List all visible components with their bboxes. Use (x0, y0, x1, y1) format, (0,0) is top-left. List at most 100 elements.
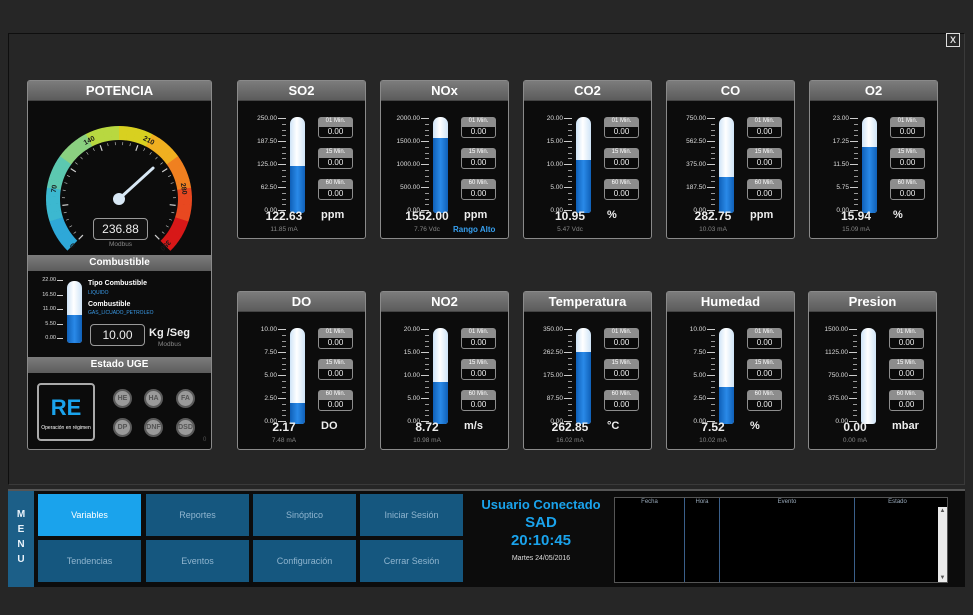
nav-reportes-button[interactable]: Reportes (146, 494, 249, 536)
gauge-arc-segment (173, 171, 190, 184)
avg-label: 60 Min. (604, 390, 639, 399)
combustible-bar (67, 281, 82, 343)
sensor-avg-2: 60 Min. 0.00 (318, 390, 353, 411)
estado-btn-fa[interactable]: FA (176, 389, 195, 408)
estado-btn-he[interactable]: HE (113, 389, 132, 408)
avg-label: 60 Min. (461, 390, 496, 399)
estado-code: RE (50, 395, 82, 420)
sensor-value: 122.63 (265, 209, 303, 223)
sensor-unit: °C (607, 420, 620, 432)
combustible-value: GAS_LICUADO_PETROLEO (88, 310, 154, 316)
sensor-minor-tick (568, 340, 572, 342)
gauge-tick-mark (135, 145, 139, 152)
avg-label: 60 Min. (604, 179, 639, 188)
sensor-minor-tick (711, 152, 715, 154)
event-log-table[interactable]: Fecha Hora Evento Estado ▲ ▼ (614, 497, 948, 583)
estado-btn-ha[interactable]: HA (144, 389, 163, 408)
sensor-avg-2: 60 Min. 0.00 (461, 390, 496, 411)
combustible-bar-fill (67, 315, 82, 343)
gauge-tick-mark (160, 162, 163, 165)
sensor-minor-tick (568, 158, 572, 160)
sensor-scale: 23.00 17.25 11.50 5.75 0.00 (813, 115, 861, 215)
sensor-minor-tick (854, 198, 858, 200)
sensor-tick-mark (849, 375, 857, 376)
sensor-bar-fill (433, 138, 448, 213)
combustible-tick-mark (57, 294, 63, 296)
avg-value: 0.00 (318, 337, 353, 349)
combustible-tick-label: 11.00 (42, 306, 56, 312)
sensor-scale: 20.00 15.00 10.00 5.00 0.00 (527, 115, 575, 215)
sensor-unit: % (750, 420, 760, 432)
avg-value: 0.00 (318, 399, 353, 411)
sensor-tick-mark (850, 187, 858, 188)
sensor-minor-tick (568, 129, 572, 131)
nav-eventos-button[interactable]: Eventos (146, 540, 249, 582)
gauge-arc-segment (48, 170, 65, 184)
sensor-tick-label: 1125.00 (824, 349, 848, 356)
sensor-avg-1: 15 Min. 0.00 (747, 148, 782, 169)
sensor-minor-tick (711, 363, 715, 365)
nav-variables-button[interactable]: Variables (38, 494, 141, 536)
sensor-tick-mark (421, 398, 429, 399)
sensor-title: CO2 (524, 81, 651, 101)
sensor-minor-tick (854, 181, 858, 183)
gauge-tick-mark (169, 218, 173, 221)
log-header-estado: Estado (888, 499, 907, 505)
sensor-minor-tick (853, 403, 857, 405)
tipo-combustible-value: LIQUIDO (88, 290, 109, 296)
avg-value: 0.00 (318, 157, 353, 169)
nav-sinoptico-button[interactable]: Sinóptico (253, 494, 356, 536)
sensor-tick-mark (707, 398, 715, 399)
sensor-panel-nox: NOx 2000.00 1500.00 1000.00 500.00 0.00 01 Mi… (380, 80, 509, 239)
gauge-tick-mark (129, 143, 131, 147)
sensor-avg-1: 15 Min. 0.00 (889, 359, 924, 380)
sensor-title: CO (667, 81, 794, 101)
gauge-arc-segment (132, 128, 145, 144)
nav-configuracion-button[interactable]: Configuración (253, 540, 356, 582)
sensor-raw-signal: 10.98 mA (413, 437, 441, 444)
sensor-minor-tick (425, 340, 429, 342)
sensor-minor-tick (711, 386, 715, 388)
estado-btn-dp[interactable]: DP (113, 418, 132, 437)
sensor-avg-2: 60 Min. 0.00 (747, 390, 782, 411)
sensor-bar (719, 117, 734, 213)
sensor-bar (433, 117, 448, 213)
sensor-minor-tick (425, 334, 429, 336)
sensor-bar (576, 328, 591, 424)
sensor-minor-tick (282, 357, 286, 359)
sensor-tick-mark (564, 329, 572, 330)
gauge-tick-mark (92, 148, 95, 152)
sensor-avg-0: 01 Min. 0.00 (318, 328, 353, 349)
sensor-minor-tick (425, 369, 429, 371)
sensor-minor-tick (711, 198, 715, 200)
sensor-tick-label: 350.00 (543, 326, 563, 333)
close-button[interactable]: X (946, 33, 960, 47)
sensor-bar-fill (719, 176, 734, 213)
avg-label: 01 Min. (604, 328, 639, 337)
estado-desc: Operación en régimen (41, 425, 91, 431)
sensor-tick-label: 10.00 (403, 372, 420, 379)
sensor-tick-mark (278, 187, 286, 188)
sensor-minor-tick (711, 369, 715, 371)
sensor-avg-2: 60 Min. 0.00 (461, 179, 496, 200)
sensor-panel-do: DO 10.00 7.50 5.00 2.50 0.00 01 Min. 0.00 15 … (237, 291, 366, 450)
nav-cerrar-sesion-button[interactable]: Cerrar Sesión (360, 540, 463, 582)
sensor-tick-label: 2000.00 (396, 115, 421, 122)
scroll-down-icon[interactable]: ▼ (938, 574, 947, 582)
scroll-up-icon[interactable]: ▲ (938, 507, 947, 515)
sensor-minor-tick (425, 380, 429, 382)
nav-iniciar-sesion-button[interactable]: Iniciar Sesión (360, 494, 463, 536)
log-scrollbar[interactable]: ▲ ▼ (938, 507, 947, 582)
sensor-tick-label: 23.00 (832, 115, 849, 122)
gauge-arc-segment (65, 143, 81, 160)
estado-btn-dsd[interactable]: DSD (176, 418, 195, 437)
nav-tendencias-button[interactable]: Tendencias (38, 540, 141, 582)
sensor-bar-fill (576, 352, 591, 424)
gauge-arc-segment (174, 210, 191, 222)
gauge-tick-mark (161, 231, 165, 234)
combustible-tick-label: 5.50 (45, 320, 56, 327)
avg-value: 0.00 (890, 126, 925, 138)
avg-value: 0.00 (461, 399, 496, 411)
estado-btn-dnf[interactable]: DNF (144, 418, 163, 437)
sensor-minor-tick (853, 334, 857, 336)
